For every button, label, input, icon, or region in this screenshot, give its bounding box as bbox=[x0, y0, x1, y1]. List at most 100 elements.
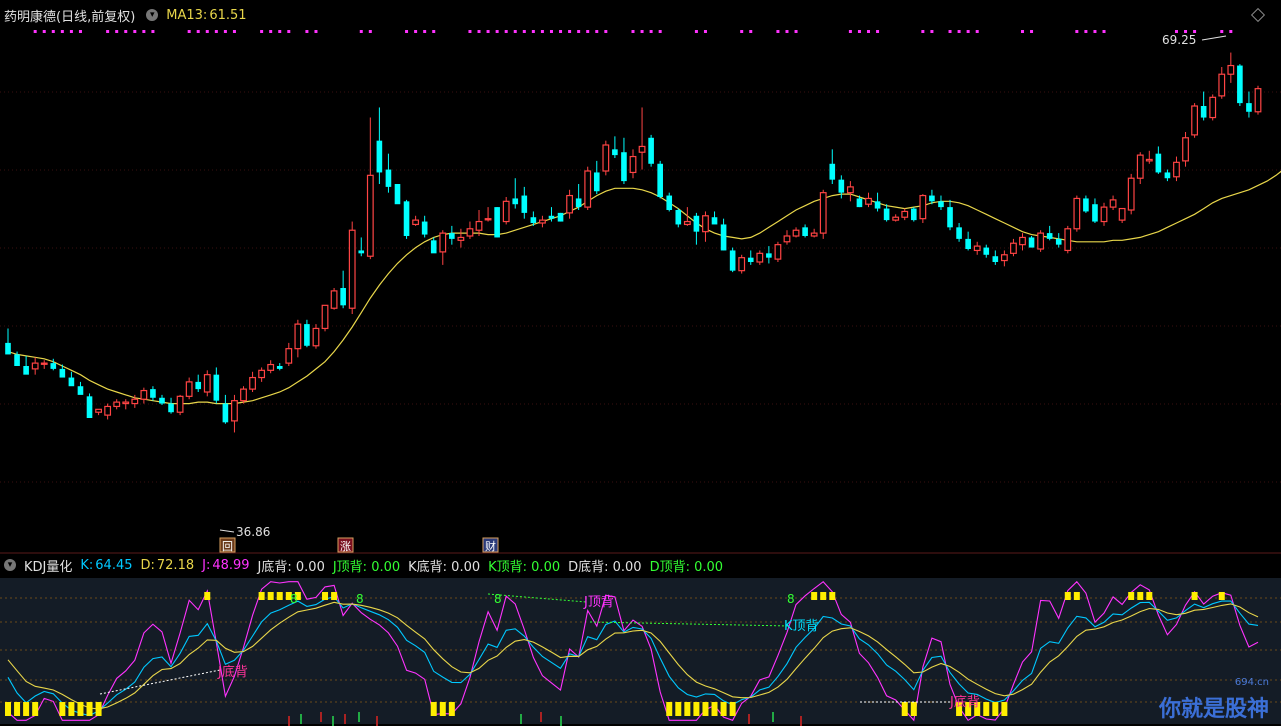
j-top-div-label: J顶背 bbox=[583, 595, 614, 610]
candle-body bbox=[711, 217, 718, 225]
signal-dot bbox=[423, 30, 427, 33]
indicator-name[interactable]: KDJ量化 bbox=[24, 556, 72, 575]
signal-dot bbox=[658, 30, 662, 33]
signal-dot bbox=[694, 30, 698, 33]
candle-body bbox=[593, 172, 600, 192]
volume-bar bbox=[560, 716, 562, 726]
candle-body bbox=[829, 163, 836, 180]
indicator-header: ▾ KDJ量化 K: 64.45 D: 72.18 J: 48.99 J底背: … bbox=[4, 554, 731, 576]
candle-body bbox=[376, 140, 383, 173]
candle-body bbox=[575, 198, 582, 208]
j-high-bar bbox=[811, 592, 818, 600]
badge-hui: 回 bbox=[222, 540, 233, 553]
ma-value: 61.51 bbox=[209, 7, 247, 23]
volume-bar bbox=[376, 716, 378, 726]
candle-body bbox=[358, 250, 365, 254]
j-low-bar bbox=[23, 702, 30, 716]
candle-body bbox=[1100, 206, 1108, 223]
candle-body bbox=[530, 217, 537, 223]
signal-dot bbox=[749, 30, 753, 33]
signal-dot bbox=[1102, 30, 1106, 33]
candle-body bbox=[304, 324, 310, 346]
j-high-bar bbox=[820, 592, 827, 600]
signal-dot bbox=[577, 30, 581, 33]
candle-body bbox=[756, 252, 764, 263]
candle-body bbox=[1019, 236, 1026, 246]
high-arrow bbox=[1201, 35, 1227, 41]
candle-body bbox=[865, 197, 872, 205]
j-high-bar bbox=[1146, 592, 1153, 600]
k-top-value: K顶背: 0.00 bbox=[488, 559, 561, 575]
candle-body bbox=[929, 195, 935, 202]
candle-body bbox=[430, 240, 437, 254]
candle-body bbox=[59, 368, 66, 378]
j-low-bar bbox=[68, 702, 75, 716]
candle-body bbox=[203, 374, 211, 393]
j-bottom-div-label-2: J底背 bbox=[949, 694, 980, 710]
signal-dot bbox=[1075, 30, 1079, 33]
candle-body bbox=[720, 224, 727, 251]
candle-body bbox=[521, 195, 528, 213]
candle-body bbox=[1046, 233, 1053, 239]
candle-body bbox=[1173, 161, 1180, 178]
j-low-bar bbox=[666, 702, 673, 716]
signal-dot bbox=[60, 30, 64, 33]
j-low-bar bbox=[1001, 702, 1008, 716]
signal-dot bbox=[649, 30, 653, 33]
signal-dot bbox=[432, 30, 436, 33]
candle-body bbox=[240, 388, 247, 402]
candle-body bbox=[222, 403, 229, 423]
j-low-bar bbox=[430, 702, 437, 716]
candle-body bbox=[648, 137, 654, 164]
signal-dot bbox=[1030, 30, 1034, 33]
candle-body bbox=[1064, 228, 1072, 252]
candle-body bbox=[1182, 137, 1189, 162]
candle-body bbox=[766, 253, 772, 258]
j-low-bar bbox=[992, 702, 999, 716]
signal-dot bbox=[1020, 30, 1024, 33]
candle-body bbox=[675, 210, 682, 225]
candle-body bbox=[1037, 232, 1045, 250]
j-low-bar bbox=[910, 702, 917, 716]
watermark-logo: 694.cn 你就是股神 bbox=[1159, 677, 1269, 723]
candle-body bbox=[213, 374, 220, 401]
signal-dot bbox=[975, 30, 979, 33]
signal-dot bbox=[848, 30, 852, 33]
j-high-bar bbox=[276, 592, 283, 600]
signal-8-label: 8 bbox=[356, 592, 364, 606]
low-arrow bbox=[219, 529, 235, 533]
signal-dot bbox=[314, 30, 318, 33]
signal-dot bbox=[957, 30, 961, 33]
d-bottom-value: D底背: 0.00 bbox=[568, 559, 642, 575]
stock-title[interactable]: 药明康德(日线,前复权) bbox=[4, 6, 135, 25]
indicator-circle-icon[interactable]: ▾ bbox=[4, 559, 16, 571]
signal-dot bbox=[740, 30, 744, 33]
candle-body bbox=[1237, 65, 1243, 104]
settings-circle-icon[interactable]: ▾ bbox=[146, 9, 159, 21]
signal-dot bbox=[857, 30, 861, 33]
volume-bar bbox=[800, 716, 802, 726]
j-low-bar bbox=[14, 702, 21, 716]
candle-body bbox=[40, 362, 48, 365]
candle-body bbox=[892, 216, 900, 221]
ma13-line bbox=[7, 170, 1281, 405]
candle-body bbox=[122, 401, 130, 405]
candle-body bbox=[819, 192, 827, 234]
signal-dot bbox=[568, 30, 572, 33]
signal-dot bbox=[133, 30, 137, 33]
volume-bar bbox=[772, 712, 774, 722]
candle-body bbox=[231, 400, 238, 422]
signal-dot bbox=[794, 30, 798, 33]
candle-body bbox=[874, 201, 881, 209]
candle-body bbox=[421, 221, 428, 235]
candle-body bbox=[983, 247, 990, 255]
d-value: 72.18 bbox=[156, 557, 195, 573]
candle-body bbox=[802, 227, 808, 236]
j-low-bar bbox=[439, 702, 446, 716]
badge-zhang: 涨 bbox=[340, 540, 351, 553]
candle-body bbox=[702, 215, 709, 233]
signal-dot bbox=[33, 30, 37, 33]
signal-dot bbox=[867, 30, 871, 33]
candle-body bbox=[1083, 198, 1089, 212]
signal-dot bbox=[232, 30, 236, 33]
